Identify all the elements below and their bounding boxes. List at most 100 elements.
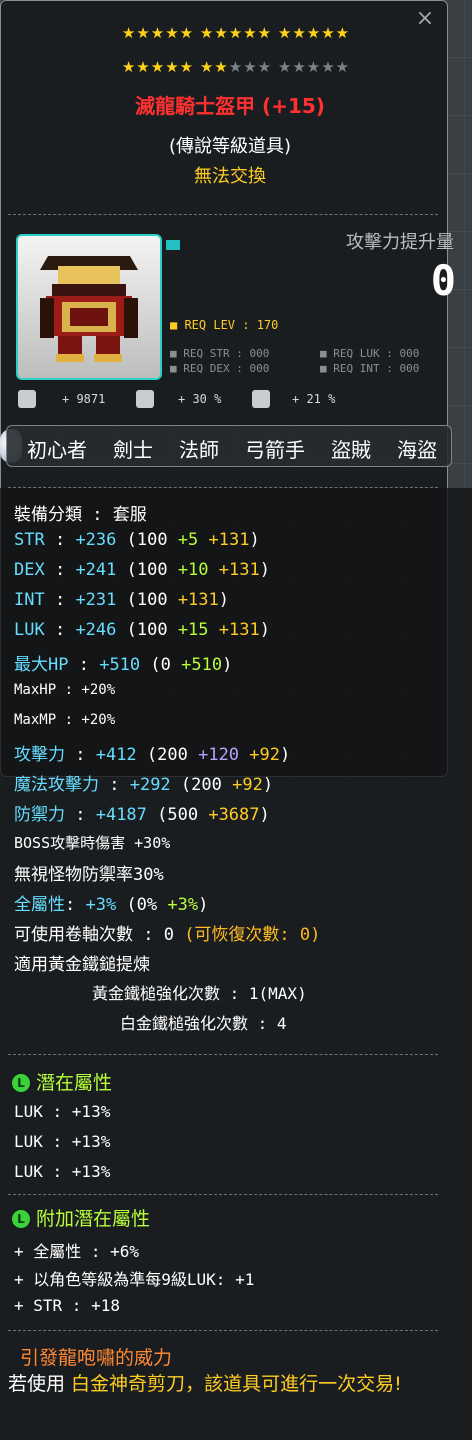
stat-close: ) <box>218 590 230 610</box>
golden-hammer-note: 適用黃金鐵鎚提煉 <box>14 955 150 975</box>
stat-sep: : <box>44 590 76 610</box>
scissors-note-suffix: ，該道具可進行一次交易! <box>185 1373 402 1395</box>
stat-maxhp-percent: MaxHP : +20% <box>14 682 116 698</box>
scroll-recover-text: (可恢復次數: 0) <box>184 925 321 945</box>
stat-total: +3% <box>85 895 117 915</box>
stat-total: +236 <box>75 530 117 550</box>
attack-increase-label: 攻擊力提升量 <box>346 232 454 253</box>
stat-boss-damage: BOSS攻擊時傷害 +30% <box>14 834 171 852</box>
dragon-knight-armor-icon <box>40 256 138 362</box>
flag-icon <box>166 240 180 250</box>
stat-base: (100 <box>116 590 178 610</box>
req-int: ■ REQ INT : 000 <box>320 362 420 375</box>
stat-base: (100 <box>116 620 178 640</box>
stat-ignore-defense: 無視怪物防禦率30% <box>14 865 164 885</box>
item-name: 滅龍騎士盔甲 (+15) <box>135 94 325 118</box>
potential-title-text: 潛在屬性 <box>36 1072 113 1094</box>
stat-label: LUK <box>14 620 45 640</box>
stat-base: (100 <box>116 560 178 580</box>
ignore-defense-value: + 21 % <box>292 392 336 406</box>
stat-label: 攻擊力 <box>14 745 65 765</box>
stat-total: +292 <box>129 775 171 795</box>
star-force-stars-empty: ★★★ ★★★★★ <box>228 58 351 76</box>
stat-total: +246 <box>75 620 117 640</box>
stat-sep: : <box>44 620 76 640</box>
job-thief: 盜賊 <box>331 438 371 462</box>
star-force-stars-filled: ★★★★★ ★★★★★ ★★★★★ <box>121 24 351 42</box>
stat-label: DEX <box>14 560 45 580</box>
stat-flame: +3% <box>167 895 199 915</box>
bonus-potential-line: + STR : +18 <box>14 1296 120 1315</box>
trade-status: 無法交換 <box>194 166 266 187</box>
stat-total: +412 <box>95 745 137 765</box>
stat-sep: : <box>44 530 76 550</box>
stat-base: (0 <box>140 655 182 675</box>
item-icon-frame <box>16 234 162 380</box>
req-level: ■ REQ LEV : 170 <box>170 318 279 332</box>
scroll-slots-text: 可使用卷軸次數 : 0 <box>14 925 185 945</box>
stat-scroll-slots: 可使用卷軸次數 : 0 (可恢復次數: 0) <box>14 920 320 945</box>
potential-line: LUK : +13% <box>14 1102 111 1121</box>
bonus-potential-line: + 全屬性 : +6% <box>14 1242 140 1261</box>
legendary-potential-icon: L <box>12 1074 30 1092</box>
stat-label: 全屬性 <box>14 895 65 915</box>
ignore-defense-icon <box>252 390 270 408</box>
attack-increase-value: 0 <box>430 256 456 305</box>
item-description: 引發龍咆嘯的威力 <box>20 1347 173 1369</box>
legendary-bonus-potential-icon: L <box>12 1210 30 1228</box>
stat-dex: DEX : +241 (100 +10 +131) <box>14 560 270 580</box>
golden-hammer-count: 黃金鐵槌強化次數 : 1(MAX) <box>92 984 307 1003</box>
stat-close: ) <box>222 655 233 675</box>
stat-total: +241 <box>75 560 117 580</box>
stat-space <box>198 530 208 550</box>
stat-luk: LUK : +246 (100 +15 +131) <box>14 620 270 640</box>
stat-close: ) <box>259 620 270 640</box>
bonus-potential-line: + 以角色等級為準每9級LUK: +1 <box>14 1270 255 1289</box>
stat-sep: : <box>44 560 76 580</box>
stat-space <box>209 560 219 580</box>
divider <box>8 1054 438 1055</box>
job-requirement-bar: 初心者 劍士 法師 弓箭手 盜賊 海盜 <box>6 425 452 467</box>
combat-power-icon <box>18 390 36 408</box>
stat-magic-attack: 魔法攻擊力 : +292 (200 +92) <box>14 770 273 795</box>
stat-sep: : <box>99 775 130 795</box>
stat-close: ) <box>259 805 270 825</box>
stat-enhance: +131 <box>177 590 219 610</box>
bonus-potential-title-text: 附加潛在屬性 <box>36 1208 151 1230</box>
stat-all-stat: 全屬性: +3% (0% +3%) <box>14 890 208 915</box>
divider <box>8 214 438 215</box>
item-grade: (傳說等級道具) <box>168 136 292 157</box>
stat-flame: +10 <box>177 560 209 580</box>
platinum-scissors-name: 白金神奇剪刀 <box>71 1373 186 1395</box>
boss-damage-value: + 30 % <box>178 392 222 406</box>
stat-sep: : <box>68 655 100 675</box>
req-dex: ■ REQ DEX : 000 <box>170 362 270 375</box>
stat-base: (200 <box>136 745 199 765</box>
stat-base: (500 <box>146 805 209 825</box>
stat-space <box>209 620 219 640</box>
stat-close: ) <box>198 895 209 915</box>
stat-close: ) <box>249 530 260 550</box>
stat-total: +4187 <box>95 805 147 825</box>
potential-title: L 潛在屬性 <box>12 1068 112 1095</box>
stat-label: STR <box>14 530 45 550</box>
potential-line: LUK : +13% <box>14 1162 111 1181</box>
stat-enhance: +92 <box>232 775 263 795</box>
scissors-note-prefix: 若使用 <box>8 1373 72 1395</box>
stat-sep: : <box>65 895 86 915</box>
stat-maxhp: 最大HP : +510 (0 +510) <box>14 650 232 675</box>
stat-space <box>239 745 249 765</box>
divider <box>8 1330 438 1331</box>
stat-flame: +5 <box>177 530 199 550</box>
equip-category: 裝備分類 : 套服 <box>14 505 147 525</box>
stat-sep: : <box>65 745 96 765</box>
req-str: ■ REQ STR : 000 <box>170 347 270 360</box>
star-force-row-2: ★★★★★ ★★★★★ ★★★★★ <box>0 58 472 76</box>
stat-enhance: +3687 <box>208 805 260 825</box>
stat-label: 最大HP <box>14 655 69 675</box>
job-archer: 弓箭手 <box>245 438 305 462</box>
stat-attack: 攻擊力 : +412 (200 +120 +92) <box>14 740 290 765</box>
job-warrior: 劍士 <box>113 438 153 462</box>
bonus-potential-title: L 附加潛在屬性 <box>12 1204 150 1231</box>
req-luk: ■ REQ LUK : 000 <box>320 347 420 360</box>
